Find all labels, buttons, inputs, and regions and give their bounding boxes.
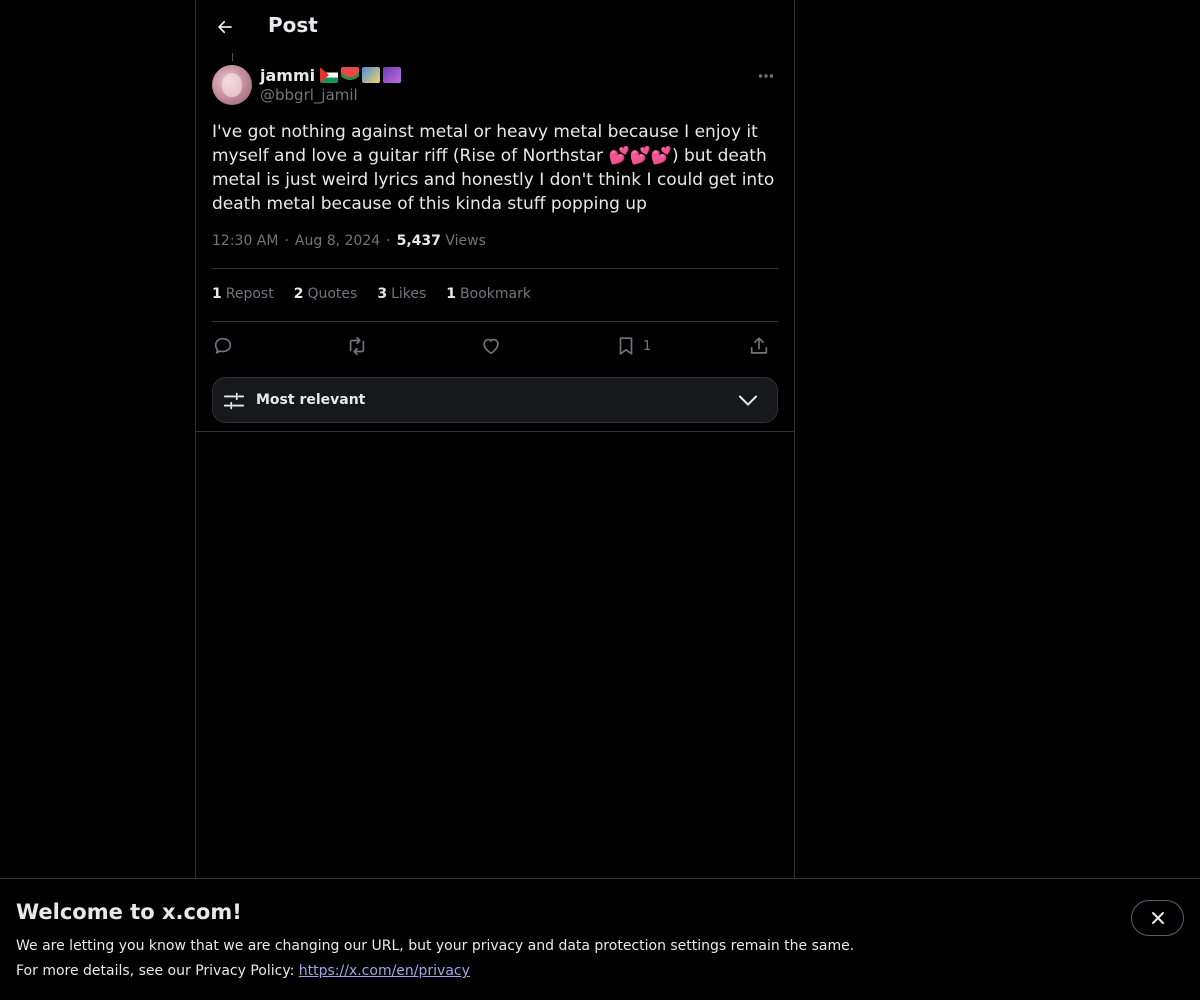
reply-icon	[214, 337, 232, 354]
likes-count: 3	[377, 286, 388, 302]
replies-sort-dropdown[interactable]: Most relevant	[212, 377, 778, 423]
likes-stat[interactable]: 3 Likes	[377, 286, 426, 302]
views-label: Views	[445, 233, 486, 249]
sort-label: Most relevant	[256, 392, 366, 408]
primary-column: Post jammi @bbgrl_jamil I've got nothing…	[195, 0, 795, 879]
quotes-count: 2	[293, 286, 304, 302]
banner-message: We are letting you know that we are chan…	[16, 938, 855, 954]
reposts-count: 1	[212, 286, 222, 302]
meta-separator: ·	[386, 233, 391, 249]
share-button[interactable]	[748, 333, 770, 359]
bookmarks-stat[interactable]: 1 Bookmark	[446, 286, 531, 302]
back-button[interactable]	[208, 10, 242, 44]
share-icon	[750, 337, 768, 354]
more-options-button[interactable]	[754, 65, 778, 87]
action-bar: 1	[212, 333, 778, 359]
post-text: I've got nothing against metal or heavy …	[212, 122, 775, 214]
author-handle[interactable]: @bbgrl_jamil	[260, 86, 358, 104]
banner-privacy-prefix: For more details, see our Privacy Policy…	[16, 963, 299, 979]
reposts-stat[interactable]: 1 Repost	[212, 286, 274, 302]
post-time[interactable]: 12:30 AM	[212, 233, 278, 249]
bookmark-icon	[619, 337, 633, 355]
views-count: 5,437	[396, 233, 441, 249]
arrow-left-icon	[218, 20, 232, 34]
reply-button[interactable]	[212, 333, 234, 359]
palestine-flag-icon	[320, 67, 339, 83]
likes-label: Likes	[391, 286, 427, 302]
galaxy-icon	[383, 67, 402, 83]
section-divider	[196, 431, 794, 432]
page-title: Post	[268, 13, 318, 37]
divider	[212, 321, 778, 322]
bookmark-button[interactable]: 1	[615, 333, 651, 359]
watermelon-icon	[341, 67, 360, 83]
chevron-down-icon	[738, 395, 758, 406]
top-bar: Post	[196, 0, 794, 53]
meta-separator: ·	[284, 233, 289, 249]
avatar[interactable]	[212, 65, 252, 105]
repost-icon	[349, 336, 365, 356]
quotes-label: Quotes	[307, 286, 358, 302]
banner-title: Welcome to x.com!	[16, 900, 242, 924]
close-icon	[1151, 912, 1164, 924]
repost-button[interactable]	[345, 333, 369, 359]
bookmarks-label: Bookmark	[460, 286, 531, 302]
like-button[interactable]	[480, 333, 502, 359]
url-change-banner: Welcome to x.com! We are letting you kno…	[0, 878, 1200, 1000]
sliders-icon	[223, 392, 245, 410]
banner-privacy-line: For more details, see our Privacy Policy…	[16, 963, 470, 979]
post-meta: 12:30 AM · Aug 8, 2024 · 5,437 Views	[212, 233, 486, 249]
reposts-label: Repost	[225, 286, 274, 302]
heart-icon	[483, 338, 499, 355]
privacy-policy-link[interactable]: https://x.com/en/privacy	[299, 963, 470, 979]
author-row: jammi @bbgrl_jamil	[212, 65, 778, 107]
more-dots-icon	[758, 74, 774, 78]
engagement-stats: 1 Repost 2 Quotes 3 Likes 1 Bookmark	[212, 286, 531, 302]
quotes-stat[interactable]: 2 Quotes	[294, 286, 358, 302]
divider	[212, 268, 778, 269]
post-date[interactable]: Aug 8, 2024	[295, 233, 380, 249]
thread-connector	[232, 53, 233, 61]
name-line: jammi	[260, 65, 402, 85]
bookmark-count: 1	[643, 338, 652, 354]
close-banner-button[interactable]	[1131, 900, 1184, 936]
rocket-icon	[362, 67, 381, 83]
bookmarks-count: 1	[446, 286, 457, 302]
author-display-name[interactable]: jammi	[260, 66, 315, 85]
